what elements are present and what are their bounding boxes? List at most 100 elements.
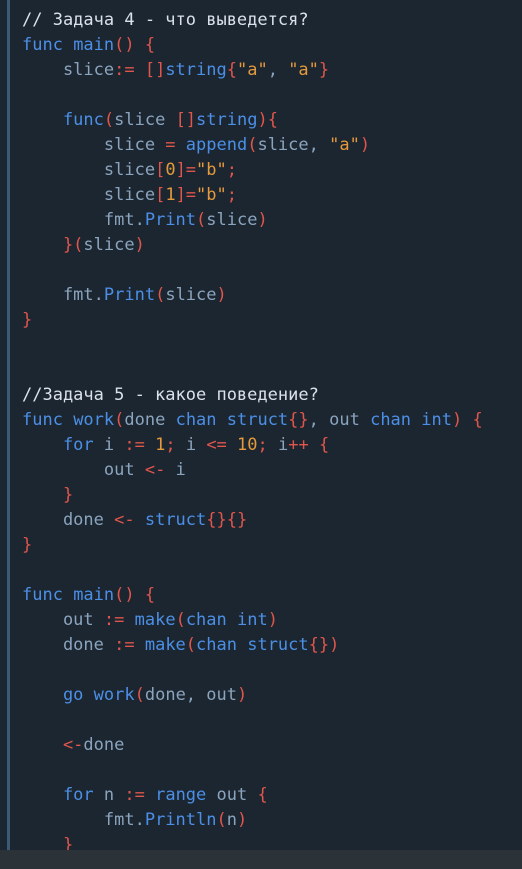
- code-token: }: [22, 310, 33, 330]
- code-token: <-: [144, 460, 176, 480]
- code-line[interactable]: slice[0]="b";: [22, 158, 483, 183]
- gutter-marker: [7, 0, 10, 850]
- code-token: }: [22, 485, 74, 505]
- code-line[interactable]: [22, 258, 483, 283]
- code-line[interactable]: slice[1]="b";: [22, 183, 483, 208]
- code-token: 10: [237, 435, 258, 455]
- code-token: func: [22, 35, 74, 55]
- code-token: chan int: [370, 410, 452, 430]
- code-token: slice: [165, 285, 217, 305]
- code-token: slice: [22, 185, 156, 205]
- code-token: ): [267, 610, 278, 630]
- code-token: n: [226, 810, 237, 830]
- code-token: }: [22, 535, 33, 555]
- code-line[interactable]: }: [22, 533, 483, 558]
- code-line[interactable]: slice = append(slice, "a"): [22, 133, 483, 158]
- code-token: Print: [103, 285, 156, 305]
- code-token: done: [22, 510, 115, 530]
- code-token: <-: [114, 510, 145, 530]
- code-line[interactable]: slice:= []string{"a", "a"}: [22, 58, 483, 83]
- code-token: done, out: [144, 685, 237, 705]
- code-token: i: [175, 460, 186, 480]
- code-token: func: [22, 585, 74, 605]
- code-token: string: [165, 60, 227, 80]
- code-token: {}: [288, 410, 309, 430]
- code-token: "a": [236, 60, 268, 80]
- code-line[interactable]: [22, 83, 483, 108]
- code-line[interactable]: func(slice []string){: [22, 108, 483, 133]
- code-token: done: [124, 410, 176, 430]
- code-token: append: [185, 135, 248, 155]
- code-line[interactable]: // Задача 4 - что выведется?: [22, 8, 483, 33]
- code-line[interactable]: [22, 658, 483, 683]
- code-line[interactable]: func main() {: [22, 33, 483, 58]
- code-token: make: [144, 635, 186, 655]
- code-token: for: [22, 785, 104, 805]
- code-token: ): [257, 210, 268, 230]
- code-token: := []: [114, 60, 166, 80]
- code-token: :=: [124, 785, 156, 805]
- code-token: string: [196, 110, 258, 130]
- code-line[interactable]: func work(done chan struct{}, out chan i…: [22, 408, 483, 433]
- code-line[interactable]: out := make(chan int): [22, 608, 483, 633]
- code-token: work: [73, 410, 115, 430]
- code-editor[interactable]: // Задача 4 - что выведется? func main() …: [0, 0, 522, 850]
- code-token: slice: [22, 60, 115, 80]
- code-token: slice,: [257, 135, 330, 155]
- code-line[interactable]: <-done: [22, 733, 483, 758]
- code-line[interactable]: [22, 558, 483, 583]
- code-token: ): [134, 235, 145, 255]
- code-line[interactable]: for i := 1; i <= 10; i++ {: [22, 433, 483, 458]
- code-line[interactable]: go work(done, out): [22, 683, 483, 708]
- code-token: struct: [144, 510, 207, 530]
- code-line[interactable]: }(slice): [22, 233, 483, 258]
- code-token: =: [165, 135, 186, 155]
- code-line[interactable]: }: [22, 308, 483, 333]
- code-token: "a": [329, 135, 360, 155]
- code-line[interactable]: //Задача 5 - какое поведение?: [22, 383, 483, 408]
- code-token: [: [155, 160, 166, 180]
- code-token: chan struct: [175, 410, 289, 430]
- code-token: slice: [83, 235, 135, 255]
- code-token: :=: [114, 635, 145, 655]
- code-token: func: [22, 410, 74, 430]
- code-token: ;: [226, 185, 238, 205]
- code-token: for: [22, 435, 104, 455]
- code-token: // Задача 4 - что выведется?: [22, 10, 309, 30]
- code-token: <=: [206, 435, 238, 455]
- code-line[interactable]: for n := range out {: [22, 783, 483, 808]
- code-token: , out: [308, 410, 371, 430]
- code-token: slice: [22, 160, 156, 180]
- code-token: ) {: [451, 410, 483, 430]
- code-line[interactable]: [22, 358, 483, 383]
- code-token: func: [22, 110, 104, 130]
- code-line[interactable]: fmt.Print(slice): [22, 208, 483, 233]
- code-token: 1: [155, 435, 166, 455]
- code-line[interactable]: [22, 333, 483, 358]
- code-content[interactable]: // Задача 4 - что выведется? func main() …: [22, 8, 483, 850]
- code-line[interactable]: func main() {: [22, 583, 483, 608]
- code-line[interactable]: done <- struct{}{}: [22, 508, 483, 533]
- code-token: (: [103, 110, 115, 130]
- code-token: (: [155, 285, 166, 305]
- code-token: n: [103, 785, 125, 805]
- code-token: (: [247, 135, 258, 155]
- code-token: ;: [226, 160, 238, 180]
- code-line[interactable]: done := make(chan struct{}): [22, 633, 483, 658]
- code-token: ]=: [175, 160, 197, 180]
- code-token: out: [22, 460, 145, 480]
- code-line[interactable]: fmt.Println(n): [22, 808, 483, 833]
- code-line[interactable]: [22, 708, 483, 733]
- code-token: //Задача 5 - какое поведение?: [22, 385, 319, 405]
- code-token: }(: [22, 235, 84, 255]
- footer-bar: [0, 850, 522, 869]
- code-line[interactable]: out <- i: [22, 458, 483, 483]
- code-line[interactable]: fmt.Print(slice): [22, 283, 483, 308]
- code-token: out: [22, 610, 104, 630]
- code-token: Print: [144, 210, 197, 230]
- code-token: main: [73, 35, 115, 55]
- code-line[interactable]: }: [22, 833, 483, 850]
- code-line[interactable]: [22, 758, 483, 783]
- code-line[interactable]: }: [22, 483, 483, 508]
- code-token: () {: [114, 585, 156, 605]
